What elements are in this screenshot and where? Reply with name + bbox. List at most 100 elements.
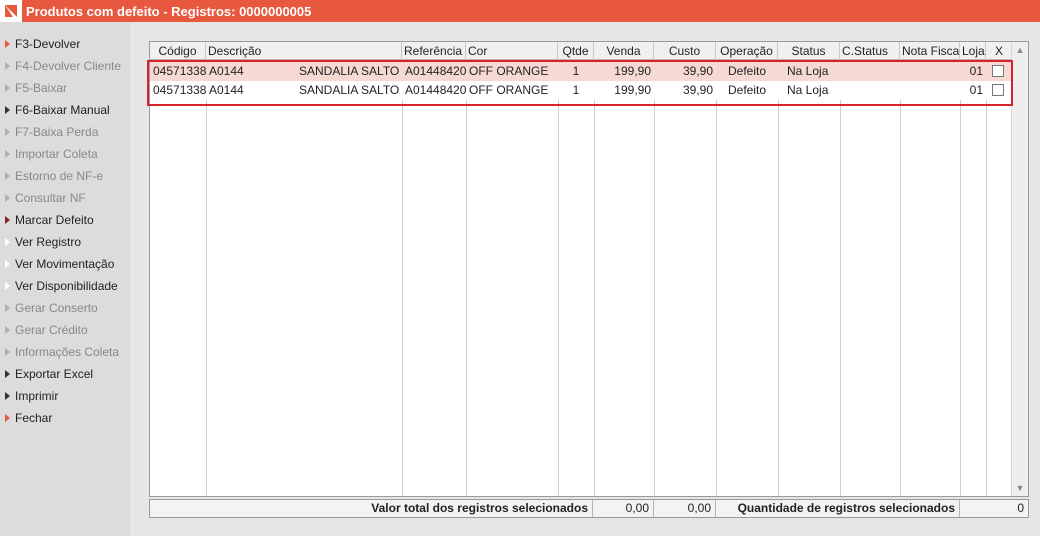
cell-codigo: 04571338 bbox=[153, 64, 206, 78]
column-divider bbox=[466, 60, 467, 496]
sidebar-menu-item: F4-Devolver Cliente bbox=[0, 55, 130, 77]
sidebar-menu-item[interactable]: Exportar Excel bbox=[0, 363, 130, 385]
cell-cor: OFF ORANGE bbox=[469, 83, 549, 97]
menu-item-label: Informações Coleta bbox=[15, 345, 120, 359]
qty-value: 0 bbox=[1017, 501, 1024, 515]
cell-operacao: Defeito bbox=[727, 83, 767, 97]
cell-loja: 01 bbox=[969, 64, 983, 78]
cell-venda: 199,90 bbox=[614, 64, 651, 78]
column-divider bbox=[654, 60, 655, 496]
menu-arrow-icon bbox=[5, 326, 10, 334]
menu-arrow-icon bbox=[5, 304, 10, 312]
column-divider bbox=[402, 60, 403, 496]
menu-item-label: F4-Devolver Cliente bbox=[15, 59, 122, 73]
row-select-checkbox[interactable] bbox=[992, 84, 1004, 96]
menu-item-label: Ver Registro bbox=[15, 235, 82, 249]
cell-descricao-nome: SANDALIA SALTO A bbox=[299, 83, 402, 97]
sidebar-menu-item[interactable]: Fechar bbox=[0, 407, 130, 429]
menu-arrow-icon bbox=[5, 84, 10, 92]
menu-arrow-icon bbox=[5, 216, 10, 224]
cell-status: Na Loja bbox=[787, 64, 829, 78]
col-header-x[interactable]: X bbox=[986, 42, 1012, 60]
cell-custo: 39,90 bbox=[682, 83, 713, 97]
col-header-custo[interactable]: Custo bbox=[654, 42, 716, 60]
column-divider bbox=[778, 60, 779, 496]
app-logo-icon bbox=[0, 0, 22, 22]
title-bar: Produtos com defeito - Registros: 000000… bbox=[0, 0, 1040, 22]
cell-cstatus bbox=[840, 62, 900, 81]
sidebar-menu-item: F7-Baixa Perda bbox=[0, 121, 130, 143]
sidebar-menu-item: Gerar Crédito bbox=[0, 319, 130, 341]
menu-arrow-icon bbox=[5, 172, 10, 180]
menu-arrow-icon bbox=[5, 370, 10, 378]
col-header-descricao[interactable]: Descrição bbox=[206, 42, 402, 60]
menu-arrow-icon bbox=[5, 414, 10, 422]
col-header-referencia[interactable]: Referência bbox=[402, 42, 466, 60]
sidebar-menu-item: F5-Baixar bbox=[0, 77, 130, 99]
sidebar-menu-item[interactable]: F3-Devolver bbox=[0, 33, 130, 55]
col-header-operacao[interactable]: Operação bbox=[716, 42, 778, 60]
menu-arrow-icon bbox=[5, 194, 10, 202]
menu-item-label: Ver Movimentação bbox=[15, 257, 115, 271]
cell-custo: 39,90 bbox=[682, 64, 713, 78]
cell-descricao-nome: SANDALIA SALTO A bbox=[299, 64, 402, 78]
menu-arrow-icon bbox=[5, 348, 10, 356]
cell-loja: 01 bbox=[969, 83, 983, 97]
menu-arrow-icon bbox=[5, 128, 10, 136]
sidebar-menu-item[interactable]: Ver Movimentação bbox=[0, 253, 130, 275]
menu-arrow-icon bbox=[5, 40, 10, 48]
menu-item-label: F7-Baixa Perda bbox=[15, 125, 99, 139]
menu-item-label: F5-Baixar bbox=[15, 81, 68, 95]
sidebar-menu-item: Consultar NF bbox=[0, 187, 130, 209]
col-header-nota-fiscal[interactable]: Nota Fiscal bbox=[900, 42, 960, 60]
sidebar-menu-item[interactable]: F6-Baixar Manual bbox=[0, 99, 130, 121]
products-grid[interactable]: Código Descrição Referência Cor Qtde Ven… bbox=[149, 41, 1029, 497]
vertical-scrollbar[interactable]: ▲ ▼ bbox=[1011, 42, 1028, 496]
scroll-up-icon[interactable]: ▲ bbox=[1012, 42, 1028, 58]
total-custo: 0,00 bbox=[654, 500, 716, 517]
col-header-cor[interactable]: Cor bbox=[466, 42, 558, 60]
cell-nota-fiscal bbox=[900, 81, 960, 100]
menu-item-label: Imprimir bbox=[15, 389, 59, 403]
table-row[interactable]: 04571338 A0144 SANDALIA SALTO A A0144842… bbox=[150, 62, 1012, 81]
sidebar-menu-item: Informações Coleta bbox=[0, 341, 130, 363]
totals-footer: Valor total dos registros selecionados 0… bbox=[149, 499, 1029, 518]
col-header-venda[interactable]: Venda bbox=[594, 42, 654, 60]
cell-venda: 199,90 bbox=[614, 83, 651, 97]
menu-arrow-icon bbox=[5, 62, 10, 70]
col-header-codigo[interactable]: Código bbox=[150, 42, 206, 60]
cell-referencia: A01448420( bbox=[405, 83, 466, 97]
menu-item-label: F6-Baixar Manual bbox=[15, 103, 110, 117]
column-divider bbox=[716, 60, 717, 496]
col-header-loja[interactable]: Loja bbox=[960, 42, 986, 60]
column-divider bbox=[900, 60, 901, 496]
column-divider bbox=[594, 60, 595, 496]
menu-item-label: Marcar Defeito bbox=[15, 213, 94, 227]
col-header-status[interactable]: Status bbox=[778, 42, 840, 60]
sidebar-menu-item[interactable]: Ver Registro bbox=[0, 231, 130, 253]
menu-item-label: Exportar Excel bbox=[15, 367, 94, 381]
total-label: Valor total dos registros selecionados bbox=[150, 500, 593, 517]
action-sidebar: F3-Devolver F4-Devolver Cliente F5-Baixar F… bbox=[0, 22, 130, 536]
menu-item-label: Ver Disponibilidade bbox=[15, 279, 118, 293]
cell-cor: OFF ORANGE bbox=[469, 64, 549, 78]
menu-arrow-icon bbox=[5, 150, 10, 158]
menu-item-label: Consultar NF bbox=[15, 191, 86, 205]
menu-item-label: Gerar Conserto bbox=[15, 301, 98, 315]
col-header-qtde[interactable]: Qtde bbox=[558, 42, 594, 60]
sidebar-menu-item[interactable]: Imprimir bbox=[0, 385, 130, 407]
menu-arrow-icon bbox=[5, 238, 10, 246]
cell-cstatus bbox=[840, 81, 900, 100]
column-divider bbox=[206, 60, 207, 496]
sidebar-menu-item[interactable]: Marcar Defeito bbox=[0, 209, 130, 231]
menu-item-label: Importar Coleta bbox=[15, 147, 98, 161]
qty-label: Quantidade de registros selecionados bbox=[716, 500, 960, 517]
scroll-down-icon[interactable]: ▼ bbox=[1012, 480, 1028, 496]
sidebar-menu-item[interactable]: Ver Disponibilidade bbox=[0, 275, 130, 297]
row-select-checkbox[interactable] bbox=[992, 65, 1004, 77]
col-header-cstatus[interactable]: C.Status bbox=[840, 42, 900, 60]
cell-nota-fiscal bbox=[900, 62, 960, 81]
cell-referencia: A01448420( bbox=[405, 64, 466, 78]
table-row[interactable]: 04571338 A0144 SANDALIA SALTO A A0144842… bbox=[150, 81, 1012, 100]
grid-header: Código Descrição Referência Cor Qtde Ven… bbox=[150, 42, 1012, 60]
